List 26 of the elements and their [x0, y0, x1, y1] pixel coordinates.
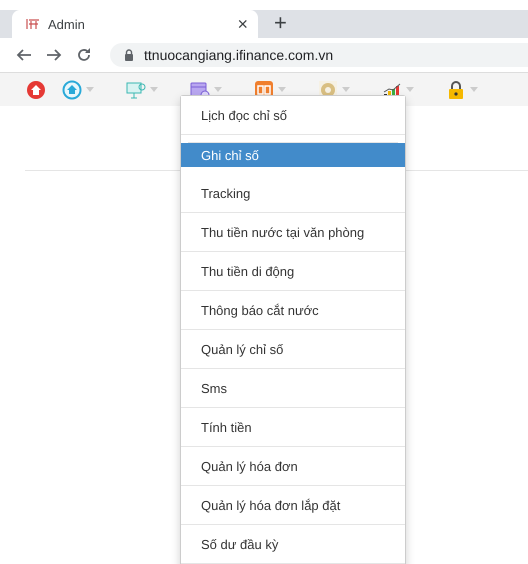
menu-item[interactable]: Quản lý hóa đơn: [181, 447, 405, 486]
menu-item[interactable]: Ghi chỉ số: [181, 143, 405, 167]
address-bar[interactable]: ttnuocangiang.ifinance.com.vn: [110, 43, 528, 67]
back-icon[interactable]: [16, 47, 32, 63]
tab-title: Admin: [48, 16, 86, 32]
lock-icon: [446, 80, 466, 100]
monitor-icon: [126, 80, 146, 100]
menu-item[interactable]: Thông báo cắt nước: [181, 291, 405, 330]
new-tab-button[interactable]: +: [274, 10, 287, 36]
menu-item[interactable]: Thu tiền di động: [181, 252, 405, 291]
browser-tab[interactable]: Admin ×: [12, 10, 258, 38]
reload-icon[interactable]: [76, 47, 92, 63]
forward-icon[interactable]: [46, 47, 62, 63]
menu-item[interactable]: Lịch đọc chỉ số: [181, 96, 405, 135]
lock-icon: [124, 49, 134, 61]
menu-item[interactable]: Thu tiền nước tại văn phòng: [181, 213, 405, 252]
menu-item[interactable]: Quản lý chỉ số: [181, 330, 405, 369]
menu-item[interactable]: Tracking: [181, 174, 405, 213]
menu-item[interactable]: Quản lý hóa đơn lắp đặt: [181, 486, 405, 525]
menu-item[interactable]: Số dư đầu kỳ: [181, 525, 405, 564]
home-icon: [62, 80, 82, 100]
close-tab-button[interactable]: ×: [237, 14, 248, 34]
menu-item[interactable]: Tính tiền: [181, 408, 405, 447]
url-text: ttnuocangiang.ifinance.com.vn: [144, 47, 334, 63]
menu-item[interactable]: Sms: [181, 369, 405, 408]
favicon-icon: [26, 18, 40, 30]
